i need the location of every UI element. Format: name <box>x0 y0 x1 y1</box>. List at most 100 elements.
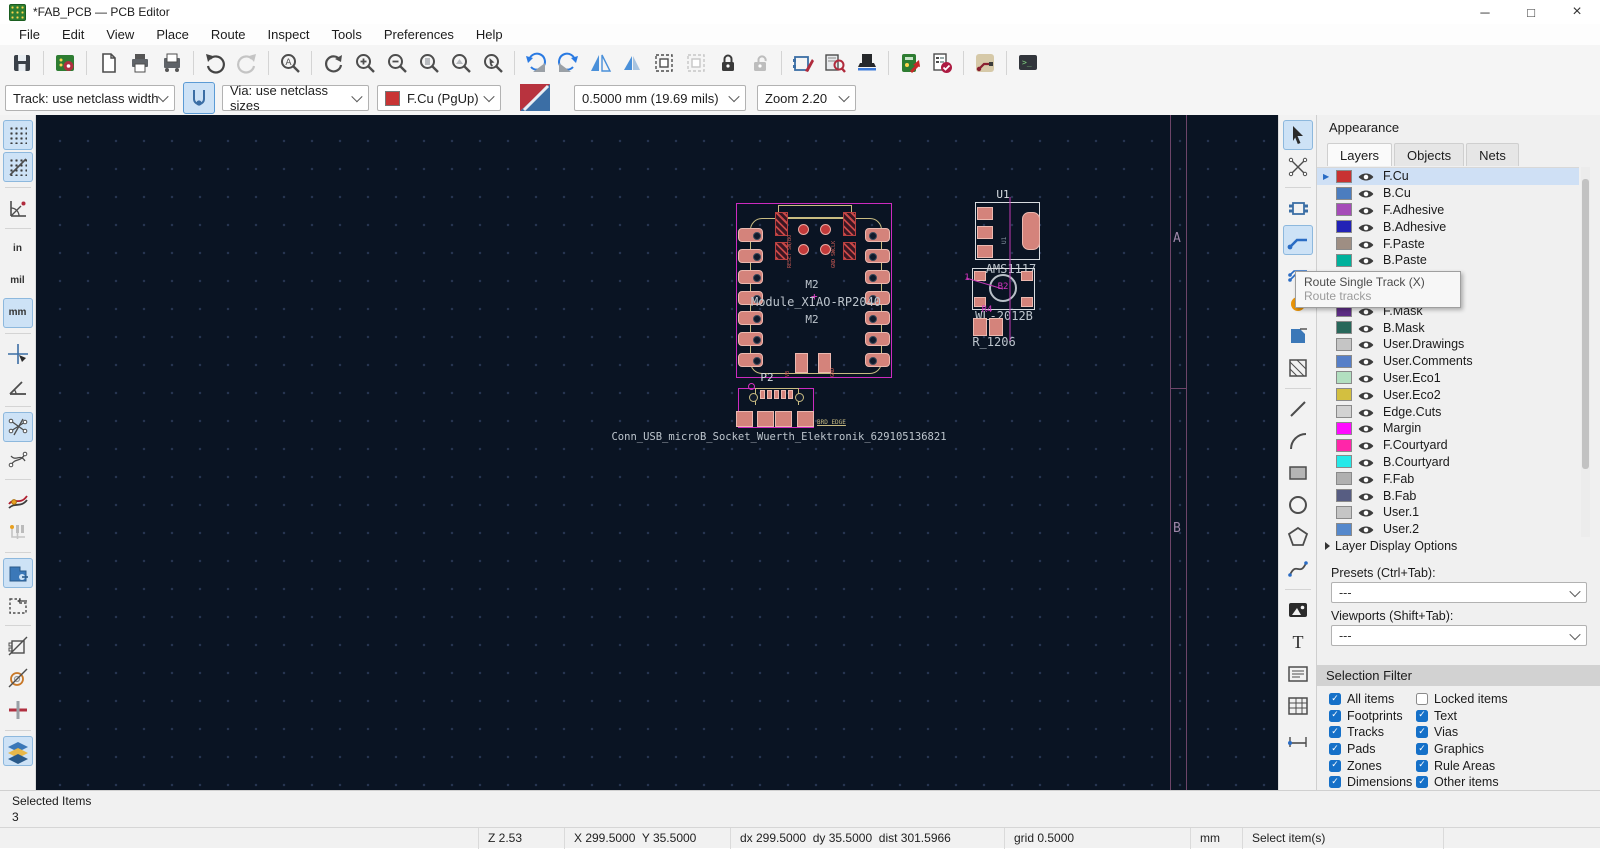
menu-item[interactable]: Help <box>465 24 514 45</box>
net-highlight-icon[interactable] <box>3 485 33 515</box>
mirror-icon[interactable] <box>617 48 647 78</box>
tab[interactable]: Objects <box>1394 143 1465 166</box>
layer-color-swatch[interactable] <box>1336 203 1352 217</box>
maximize-button[interactable]: □ <box>1508 0 1554 24</box>
draw-bezier-icon[interactable] <box>1283 554 1313 584</box>
button-pad[interactable] <box>798 224 809 235</box>
external-plugin-icon[interactable] <box>970 48 1000 78</box>
checkbox[interactable] <box>1329 726 1341 739</box>
menu-item[interactable]: View <box>95 24 145 45</box>
unlock-icon[interactable] <box>745 48 775 78</box>
layer-color-swatch[interactable] <box>1336 455 1352 469</box>
add-rule-area-icon[interactable] <box>1283 353 1313 383</box>
pad[interactable] <box>865 353 890 367</box>
layer-row[interactable]: ▶ F.Fab <box>1317 470 1579 487</box>
menu-item[interactable]: Preferences <box>373 24 465 45</box>
appearance-panel-toggle-icon[interactable] <box>2 736 33 766</box>
layer-color-swatch[interactable] <box>1336 237 1352 251</box>
layer-visibility-eye-icon[interactable] <box>1358 406 1374 418</box>
zoom-out-icon[interactable] <box>382 48 412 78</box>
search-icon[interactable]: A <box>275 48 305 78</box>
zone-fill-mode-icon[interactable] <box>2 558 33 588</box>
layer-row[interactable]: ▶ F.Paste <box>1317 235 1579 252</box>
checkbox[interactable] <box>1329 709 1341 722</box>
add-table-icon[interactable] <box>1283 691 1313 721</box>
units-mils-icon[interactable]: mil <box>3 266 33 296</box>
layer-visibility-eye-icon[interactable] <box>1358 204 1374 216</box>
pad[interactable] <box>738 332 763 346</box>
layer-visibility-eye-icon[interactable] <box>1358 322 1374 334</box>
layer-row[interactable]: ▶ B.Cu <box>1317 185 1579 202</box>
full-window-crosshair-icon[interactable] <box>3 339 33 369</box>
scripting-console-icon[interactable]: >_ <box>1013 48 1043 78</box>
layer-color-swatch[interactable] <box>1336 438 1352 452</box>
flip-horizontal-icon[interactable] <box>585 48 615 78</box>
layer-visibility-eye-icon[interactable] <box>1358 456 1374 468</box>
redo-icon[interactable] <box>232 48 262 78</box>
layer-row[interactable]: ▶ F.Cu <box>1317 168 1579 185</box>
layer-color-swatch[interactable] <box>1336 354 1352 368</box>
grid-overrides-icon[interactable] <box>2 152 33 182</box>
checkbox[interactable] <box>1416 776 1428 789</box>
curved-ratsnest-icon[interactable] <box>3 444 33 474</box>
zone-outline-mode-icon[interactable] <box>3 590 33 620</box>
sketch-tracks-icon[interactable] <box>3 695 33 725</box>
route-tracks-icon[interactable] <box>1282 225 1313 255</box>
layer-row[interactable]: ▶ B.Paste <box>1317 252 1579 269</box>
pad[interactable] <box>760 390 765 399</box>
local-ratsnest-icon[interactable] <box>1283 152 1313 182</box>
pad[interactable] <box>775 411 792 427</box>
checkbox[interactable] <box>1416 743 1428 756</box>
pad[interactable] <box>738 311 763 325</box>
layer-row[interactable]: ▶ User.Eco1 <box>1317 370 1579 387</box>
pad[interactable] <box>795 353 808 373</box>
checkbox[interactable] <box>1416 759 1428 772</box>
polar-coordinates-icon[interactable] <box>3 193 33 223</box>
pad[interactable] <box>738 353 763 367</box>
layer-color-swatch[interactable] <box>1336 405 1352 419</box>
layer-visibility-eye-icon[interactable] <box>1358 372 1374 384</box>
tab[interactable]: Layers <box>1327 143 1393 166</box>
design-rules-checker-icon[interactable] <box>927 48 957 78</box>
rotate-ccw-icon[interactable] <box>521 48 551 78</box>
footprint-reference[interactable]: P2 <box>760 371 773 384</box>
checkbox[interactable] <box>1416 693 1428 706</box>
tab[interactable]: Nets <box>1466 143 1519 166</box>
minimize-button[interactable]: ─ <box>1462 0 1508 24</box>
add-textbox-icon[interactable] <box>1283 659 1313 689</box>
layer-row[interactable]: ▶ Edge.Cuts <box>1317 403 1579 420</box>
button-pad[interactable] <box>820 244 831 255</box>
menu-item[interactable]: Edit <box>51 24 95 45</box>
layer-row[interactable]: ▶ User.Comments <box>1317 353 1579 370</box>
layer-color-swatch[interactable] <box>1336 186 1352 200</box>
pad[interactable] <box>738 249 763 263</box>
pcb-canvas[interactable]: A B RESET SW/BO GND SWCLK VB GND M2 Modu… <box>36 115 1278 790</box>
layer-list-scrollbar[interactable] <box>1581 167 1590 537</box>
add-footprint-icon[interactable] <box>1283 193 1313 223</box>
close-button[interactable]: × <box>1554 0 1600 24</box>
draw-polygon-icon[interactable] <box>1283 522 1313 552</box>
3d-viewer-icon[interactable] <box>852 48 882 78</box>
pad[interactable] <box>843 242 856 260</box>
scrollbar-thumb[interactable] <box>1582 179 1589 469</box>
layer-visibility-eye-icon[interactable] <box>1358 338 1374 350</box>
add-filled-zone-icon[interactable] <box>1283 321 1313 351</box>
menu-item[interactable]: Tools <box>320 24 372 45</box>
layer-color-swatch[interactable] <box>1336 505 1352 519</box>
units-inches-icon[interactable]: in <box>3 234 33 264</box>
button-pad[interactable] <box>798 244 809 255</box>
layer-visibility-eye-icon[interactable] <box>1358 422 1374 434</box>
pad[interactable] <box>788 390 793 399</box>
add-image-icon[interactable] <box>1283 595 1313 625</box>
viewports-dropdown[interactable]: --- <box>1331 625 1587 646</box>
checkbox[interactable] <box>1329 776 1341 789</box>
layer-color-swatch[interactable] <box>1336 169 1352 183</box>
sketch-footprints-icon[interactable] <box>3 631 33 661</box>
layer-visibility-eye-icon[interactable] <box>1358 187 1374 199</box>
layer-visibility-eye-icon[interactable] <box>1358 490 1374 502</box>
zoom-fit-page-icon[interactable] <box>414 48 444 78</box>
layer-row[interactable]: ▶ B.Courtyard <box>1317 454 1579 471</box>
pad[interactable] <box>865 270 890 284</box>
mounting-hole[interactable] <box>795 393 804 402</box>
grid-visibility-icon[interactable] <box>2 120 33 150</box>
